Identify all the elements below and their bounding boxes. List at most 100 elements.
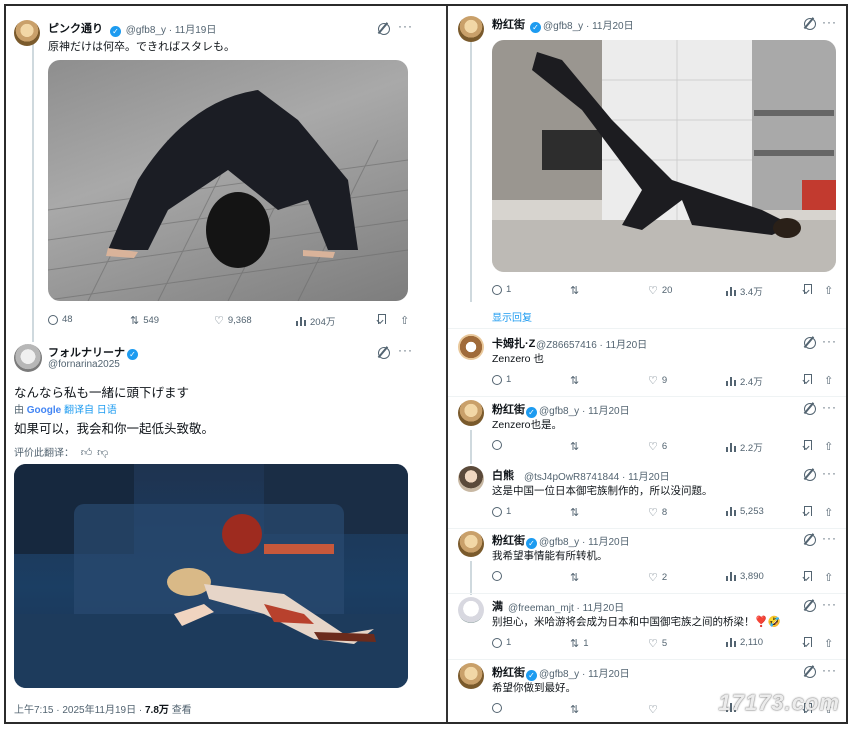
display-name[interactable]: フォルナリーナ ✓ — [48, 344, 140, 360]
timestamp[interactable]: 11月20日 — [606, 340, 648, 351]
grok-icon[interactable] — [804, 403, 816, 415]
handle[interactable]: @gfb8_y — [539, 669, 579, 680]
display-name[interactable]: 满 — [492, 598, 503, 614]
avatar[interactable] — [14, 344, 42, 372]
timestamp[interactable]: 11月20日 — [588, 406, 630, 417]
views-button[interactable]: 3,890 — [726, 571, 764, 582]
retweet-button[interactable]: ⇅ — [570, 284, 579, 297]
grok-icon[interactable] — [804, 337, 816, 349]
share-button[interactable]: ⇧ — [824, 440, 833, 453]
grok-icon[interactable] — [804, 534, 816, 546]
like-button[interactable]: ♡ 5 — [648, 637, 667, 650]
grok-icon[interactable] — [804, 600, 816, 612]
views-button[interactable]: 2.4万 — [726, 374, 763, 388]
thumbs-up-icon[interactable]: 👍︎ — [81, 446, 93, 459]
tweet-image[interactable] — [48, 60, 408, 301]
bookmark-button[interactable] — [804, 506, 812, 516]
reply-button[interactable]: 48 — [48, 314, 73, 325]
grok-icon[interactable] — [378, 23, 390, 35]
display-name[interactable]: 粉红街 — [492, 16, 525, 32]
reply-button[interactable]: 1 — [492, 284, 511, 295]
reply-button[interactable]: 1 — [492, 506, 511, 517]
retweet-button[interactable]: ⇅ 1 — [570, 637, 589, 650]
translated-from-link[interactable]: 翻译自 日语 — [64, 405, 117, 416]
retweet-button[interactable]: ⇅ — [570, 506, 583, 519]
bookmark-button[interactable] — [804, 637, 812, 647]
display-name[interactable]: 卡姆扎·Z — [492, 335, 535, 351]
like-button[interactable]: ♡ 9,368 — [214, 314, 252, 327]
views-button[interactable]: 2,110 — [726, 637, 763, 648]
timestamp[interactable]: 11月20日 — [588, 669, 630, 680]
retweet-button[interactable]: ⇅ — [570, 703, 583, 716]
timestamp[interactable]: 11月20日 — [583, 603, 625, 614]
like-button[interactable]: ♡ 9 — [648, 374, 667, 387]
retweet-button[interactable]: ⇅ — [570, 571, 583, 584]
bookmark-button[interactable] — [804, 571, 812, 581]
display-name[interactable]: 白熊 — [492, 467, 514, 483]
reply-button[interactable]: 1 — [492, 637, 511, 648]
avatar[interactable] — [458, 400, 484, 426]
more-options-icon[interactable]: ··· — [822, 663, 837, 677]
avatar[interactable] — [458, 531, 484, 557]
handle[interactable]: @gfb8_y — [539, 537, 579, 548]
more-options-icon[interactable]: ··· — [398, 343, 413, 357]
more-options-icon[interactable]: ··· — [398, 19, 413, 33]
more-options-icon[interactable]: ··· — [822, 15, 837, 29]
more-options-icon[interactable]: ··· — [822, 531, 837, 545]
display-name[interactable]: 粉红街 — [492, 664, 525, 680]
like-button[interactable]: ♡ 2 — [648, 571, 667, 584]
views-button[interactable]: 3.4万 — [726, 284, 763, 298]
like-button[interactable]: ♡ 6 — [648, 440, 667, 453]
more-options-icon[interactable]: ··· — [822, 400, 837, 414]
more-options-icon[interactable]: ··· — [822, 334, 837, 348]
avatar[interactable] — [458, 334, 484, 360]
like-button[interactable]: ♡ 8 — [648, 506, 667, 519]
retweet-button[interactable]: ⇅ — [570, 374, 583, 387]
handle[interactable]: @Z86657416 — [536, 340, 597, 351]
grok-icon[interactable] — [804, 18, 816, 30]
more-options-icon[interactable]: ··· — [822, 597, 837, 611]
timestamp[interactable]: 11月20日 — [628, 472, 670, 483]
share-button[interactable]: ⇧ — [824, 637, 833, 650]
avatar[interactable] — [458, 597, 484, 623]
display-name[interactable]: 粉红街 — [492, 532, 525, 548]
views-button[interactable]: 204万 — [296, 314, 335, 328]
share-button[interactable]: ⇧ — [824, 374, 833, 387]
handle[interactable]: @tsJ4pOwR8741844 — [524, 472, 619, 483]
reply-button[interactable] — [492, 571, 506, 581]
timestamp[interactable]: 11月20日 — [588, 537, 630, 548]
tweet-image[interactable] — [14, 464, 408, 688]
timestamp[interactable]: 上午7:15 · 2025年11月19日 — [14, 705, 136, 716]
bookmark-button[interactable] — [804, 440, 812, 450]
handle[interactable]: @fornarina2025 — [48, 359, 120, 370]
avatar[interactable] — [458, 16, 484, 42]
avatar[interactable] — [458, 466, 484, 492]
like-button[interactable]: ♡ 20 — [648, 284, 672, 297]
share-button[interactable]: ⇧ — [824, 284, 833, 297]
grok-icon[interactable] — [378, 347, 390, 359]
bookmark-button[interactable] — [804, 374, 812, 384]
share-button[interactable]: ⇧ — [824, 506, 833, 519]
show-replies-link[interactable]: 显示回复 — [492, 309, 532, 324]
reply-button[interactable] — [492, 703, 506, 713]
thumbs-down-icon[interactable]: 👎︎ — [97, 446, 108, 459]
grok-icon[interactable] — [804, 666, 816, 678]
display-name[interactable]: ピンク通り — [48, 20, 103, 36]
share-button[interactable]: ⇧ — [400, 314, 409, 327]
reply-button[interactable] — [492, 440, 506, 450]
views-button[interactable]: 2.2万 — [726, 440, 763, 454]
grok-icon[interactable] — [804, 469, 816, 481]
handle[interactable]: @gfb8_y — [126, 25, 166, 36]
display-name[interactable]: 粉红街 — [492, 401, 525, 417]
like-button[interactable]: ♡ — [648, 703, 662, 716]
handle[interactable]: @gfb8_y — [539, 406, 579, 417]
handle[interactable]: @freeman_mjt — [508, 603, 574, 614]
retweet-button[interactable]: ⇅ — [570, 440, 583, 453]
tweet-image[interactable] — [492, 40, 836, 272]
bookmark-button[interactable] — [804, 284, 812, 294]
timestamp[interactable]: 11月19日 — [175, 25, 217, 36]
avatar[interactable] — [458, 663, 484, 689]
bookmark-button[interactable] — [378, 314, 386, 324]
avatar[interactable] — [14, 20, 40, 46]
views-button[interactable]: 5,253 — [726, 506, 764, 517]
